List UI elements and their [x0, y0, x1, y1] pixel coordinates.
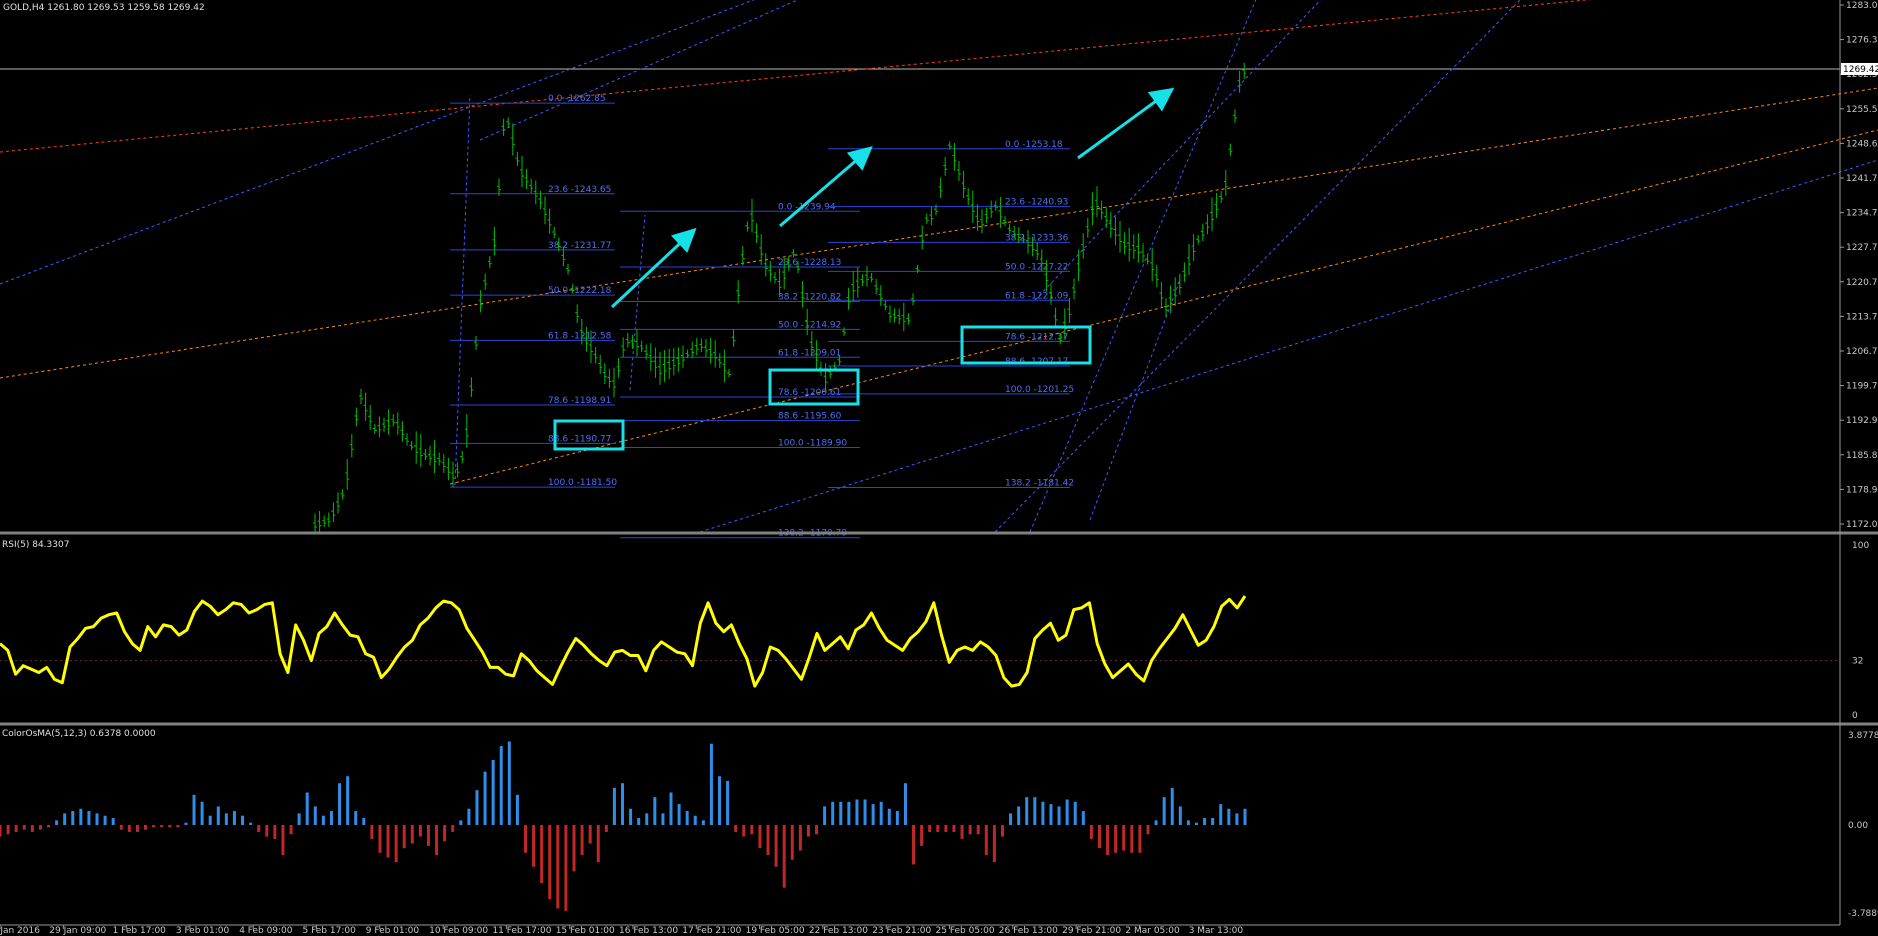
price-tick-label: 1178.9 [1846, 485, 1878, 495]
osma-tick-label: 0.00 [1848, 821, 1868, 831]
rsi-tick-label: 100 [1852, 541, 1869, 551]
price-tick-label: 1220.7 [1846, 278, 1878, 288]
time-tick-label: 11 Feb 17:00 [492, 926, 551, 936]
price-tick-label: 1255.5 [1846, 105, 1878, 115]
osma-header: ColorOsMA(5,12,3) 0.6378 0.0000 [2, 729, 156, 739]
price-tick-label: 1213.7 [1846, 312, 1878, 322]
time-tick-label: 10 Feb 09:00 [429, 926, 488, 936]
time-tick-label: 23 Feb 21:00 [872, 926, 931, 936]
fib-level-label: 88.6 -1195.60 [778, 412, 842, 422]
time-tick-label: 3 Feb 01:00 [176, 926, 230, 936]
fib-level-label: 61.8 -1209.01 [778, 348, 841, 358]
time-tick-label: 25 Feb 05:00 [936, 926, 995, 936]
symbol-header: GOLD,H4 1261.80 1269.53 1259.58 1269.42 [3, 3, 205, 13]
price-tick-label: 1234.7 [1846, 209, 1878, 219]
time-tick-label: 29 Jan 09:00 [49, 926, 106, 936]
fib-level-label: 100.0 -1181.50 [548, 478, 617, 488]
time-tick-label: 1 Feb 17:00 [113, 926, 167, 936]
current-price-label: 1269.42 [1843, 65, 1878, 75]
time-tick-label: 19 Feb 05:00 [746, 926, 805, 936]
time-tick-label: 5 Feb 17:00 [303, 926, 357, 936]
fib-level-label: 61.8 -1221.09 [1005, 291, 1069, 301]
fib-level-label: 23.6 -1240.93 [1005, 198, 1068, 208]
price-tick-label: 1241.7 [1846, 174, 1878, 184]
fib-level-label: 0.0 -1262.85 [548, 94, 606, 104]
fib-level-label: 61.8 -1212.58 [548, 331, 612, 341]
price-tick-label: 1283.0 [1846, 1, 1878, 11]
fib-level-label: 38.2 -1220.82 [778, 293, 841, 303]
trading-chart[interactable]: 0.0 -1262.85 23.6 -1243.65 38.2 -1231.77 50… [0, 0, 1878, 936]
time-tick-label: 4 Feb 09:00 [239, 926, 293, 936]
osma-tick-label: -3.7889 [1848, 909, 1878, 919]
fib-level-label: 0.0 -1253.18 [1005, 140, 1063, 150]
fib-level-label: 88.6 -1190.77 [548, 434, 611, 444]
price-tick-label: 1192.9 [1846, 416, 1878, 426]
time-tick-label: 3 Mar 13:00 [1189, 926, 1244, 936]
rsi-header: RSI(5) 84.3307 [2, 540, 69, 550]
rsi-tick-label: 0 [1852, 711, 1858, 721]
fib-level-label: 50.0 -1227.22 [1005, 262, 1068, 272]
time-tick-label: 26 Feb 13:00 [999, 926, 1058, 936]
price-tick-label: 1206.7 [1846, 347, 1878, 357]
fib-level-label: 100.0 -1189.90 [778, 438, 847, 448]
fib-level-label: 138.2 -1181.42 [1005, 479, 1074, 489]
fib-level-label: 78.6 -1212.37 [1005, 332, 1068, 342]
fib-level-label: 23.6 -1243.65 [548, 185, 611, 195]
time-tick-label: 9 Feb 01:00 [366, 926, 420, 936]
fib-level-label: 100.0 -1201.25 [1005, 385, 1074, 395]
price-tick-label: 1185.8 [1846, 451, 1878, 461]
price-tick-label: 1172.0 [1846, 520, 1878, 530]
price-tick-label: 1227.7 [1846, 243, 1878, 253]
fib-level-label: 78.6 -1198.91 [548, 396, 611, 406]
osma-tick-label: 3.8778 [1848, 731, 1878, 741]
chart-background [0, 0, 1878, 936]
fib-level-label: 50.0 -1214.92 [778, 320, 841, 330]
time-tick-label: 28 Jan 2016 [0, 926, 40, 936]
time-tick-label: 15 Feb 01:00 [556, 926, 615, 936]
price-tick-label: 1199.7 [1846, 382, 1878, 392]
time-tick-label: 29 Feb 21:00 [1062, 926, 1121, 936]
time-tick-label: 17 Feb 21:00 [682, 926, 741, 936]
time-tick-label: 22 Feb 13:00 [809, 926, 868, 936]
price-tick-label: 1248.6 [1846, 139, 1878, 149]
time-tick-label: 2 Mar 05:00 [1125, 926, 1180, 936]
fib-level-label: 50.0 -1222.18 [548, 286, 612, 296]
fib-level-label: 38.2 -1231.77 [548, 241, 611, 251]
price-tick-label: 1276.3 [1846, 36, 1878, 46]
rsi-tick-label: 32 [1852, 657, 1863, 667]
time-tick-label: 16 Feb 13:00 [619, 926, 678, 936]
fib-level-label: 78.6 -1200.61 [778, 388, 841, 398]
